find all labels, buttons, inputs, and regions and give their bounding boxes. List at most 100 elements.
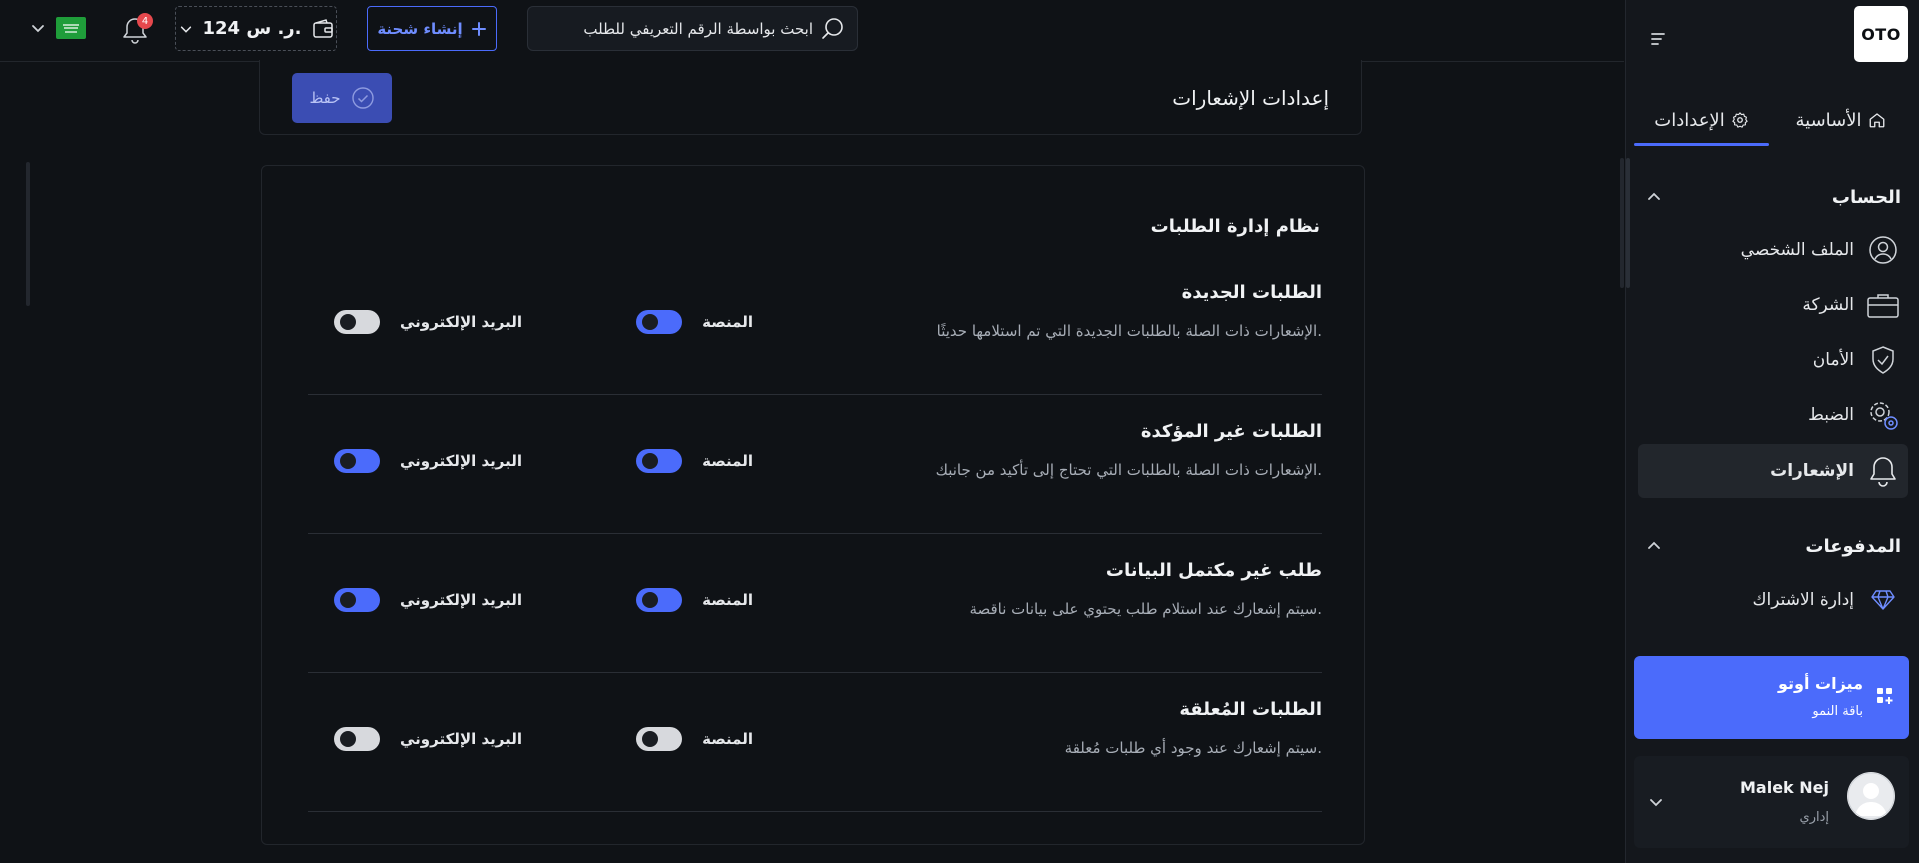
tab-home-label: الأساسية bbox=[1795, 109, 1862, 131]
tab-home[interactable]: الأساسية bbox=[1773, 92, 1908, 148]
toggle-knob bbox=[340, 731, 356, 747]
email-label: البريد الإلكتروني bbox=[400, 730, 522, 748]
sidebar-item-label: الملف الشخصي bbox=[1740, 240, 1854, 260]
toggle-knob bbox=[642, 314, 659, 330]
email-option: البريد الإلكتروني bbox=[334, 588, 522, 612]
payments-section-title: المدفوعات bbox=[1805, 535, 1901, 557]
row-description: سيتم إشعارك عند وجود أي طلبات مُعلقة. bbox=[1064, 739, 1322, 757]
platform-toggle[interactable] bbox=[636, 727, 683, 751]
logo-text: OTO bbox=[1861, 24, 1901, 44]
group-title: نظام إدارة الطلبات bbox=[1150, 216, 1320, 237]
toggle-knob bbox=[642, 453, 659, 469]
email-toggle[interactable] bbox=[334, 310, 380, 334]
sidebar-item-subscription[interactable]: إدارة الاشتراك bbox=[1638, 574, 1908, 626]
row-title: طلب غير مكتمل البيانات bbox=[1105, 560, 1322, 581]
platform-option: المنصة bbox=[636, 588, 753, 612]
sidebar-item-label: الشركة bbox=[1802, 295, 1854, 315]
platform-toggle[interactable] bbox=[636, 588, 683, 612]
notification-row: الطلبات المُعلقة سيتم إشعارك عند وجود أي… bbox=[308, 673, 1322, 812]
save-button[interactable]: حفظ bbox=[292, 73, 392, 123]
platform-label: المنصة bbox=[702, 591, 753, 609]
row-title: الطلبات غير المؤكدة bbox=[1140, 421, 1322, 442]
sidebar-item-label: الضبط bbox=[1808, 405, 1854, 425]
avatar bbox=[1847, 772, 1895, 820]
user-role: إداري bbox=[1799, 810, 1829, 825]
user-card[interactable]: Malek Nej إداري bbox=[1634, 756, 1909, 848]
platform-option: المنصة bbox=[636, 310, 753, 334]
platform-option: المنصة bbox=[636, 727, 753, 751]
sidebar-scrollbar[interactable] bbox=[1626, 158, 1630, 288]
toggle-knob bbox=[340, 592, 356, 608]
notification-row: طلب غير مكتمل البيانات سيتم إشعارك عند ا… bbox=[308, 534, 1322, 673]
sidebar-item-security[interactable]: الأمان bbox=[1638, 333, 1908, 387]
row-title: الطلبات الجديدة bbox=[1181, 282, 1322, 303]
sidebar-tabs: الأساسية الإعدادات bbox=[1626, 92, 1919, 148]
chevron-up-icon bbox=[1646, 538, 1662, 554]
diamond-icon bbox=[1866, 583, 1900, 617]
bell-icon bbox=[1866, 454, 1900, 488]
sidebar-item-label: إدارة الاشتراك bbox=[1752, 590, 1854, 610]
create-shipment-label: إنشاء شحنة bbox=[377, 19, 463, 38]
toggle-knob bbox=[340, 314, 356, 330]
account-section-header[interactable]: الحساب bbox=[1646, 182, 1901, 212]
page-header: إعدادات الإشعارات حفظ bbox=[259, 60, 1362, 135]
notification-row: الطلبات غير المؤكدة الإشعارات ذات الصلة … bbox=[308, 395, 1322, 534]
notification-row: الطلبات الجديدة الإشعارات ذات الصلة بالط… bbox=[308, 256, 1322, 395]
wallet-amount: 124 ر. س. bbox=[202, 18, 302, 39]
wallet-icon bbox=[312, 18, 334, 39]
account-section-title: الحساب bbox=[1831, 186, 1901, 208]
email-option: البريد الإلكتروني bbox=[334, 727, 522, 751]
email-toggle[interactable] bbox=[334, 727, 380, 751]
toggle-knob bbox=[340, 453, 356, 469]
tab-settings[interactable]: الإعدادات bbox=[1634, 92, 1769, 148]
logo[interactable]: OTO bbox=[1854, 6, 1908, 62]
email-label: البريد الإلكتروني bbox=[400, 313, 522, 331]
platform-label: المنصة bbox=[702, 452, 753, 470]
content-scrollbar[interactable] bbox=[1620, 158, 1624, 288]
briefcase-icon bbox=[1866, 288, 1900, 322]
top-bar: ابحث بواسطة الرقم التعريفي للطلب إنشاء ش… bbox=[0, 0, 1624, 62]
wallet-balance[interactable]: 124 ر. س. bbox=[175, 6, 337, 51]
email-label: البريد الإلكتروني bbox=[400, 591, 522, 609]
row-description: الإشعارات ذات الصلة بالطلبات التي تحتاج … bbox=[935, 461, 1322, 479]
user-icon bbox=[1866, 233, 1900, 267]
chevron-down-icon bbox=[179, 22, 193, 36]
email-toggle[interactable] bbox=[334, 588, 380, 612]
sidebar-item-company[interactable]: الشركة bbox=[1638, 278, 1908, 332]
gear-icon bbox=[1731, 111, 1749, 129]
saudi-flag-icon[interactable] bbox=[56, 17, 86, 39]
check-circle-icon bbox=[351, 86, 375, 110]
chevron-up-icon bbox=[1646, 189, 1662, 205]
page-title: إعدادات الإشعارات bbox=[1172, 86, 1329, 110]
sidebar-item-profile[interactable]: الملف الشخصي bbox=[1638, 223, 1908, 277]
email-label: البريد الإلكتروني bbox=[400, 452, 522, 470]
search-icon bbox=[821, 17, 845, 41]
save-label: حفظ bbox=[309, 89, 341, 107]
row-title: الطلبات المُعلقة bbox=[1179, 699, 1322, 720]
platform-toggle[interactable] bbox=[636, 310, 683, 334]
menu-toggle-icon[interactable] bbox=[1648, 31, 1668, 47]
sidebar-item-label: الإشعارات bbox=[1770, 461, 1854, 481]
feature-card[interactable]: ميزات أوتو باقة النمو bbox=[1634, 656, 1909, 739]
create-shipment-button[interactable]: إنشاء شحنة bbox=[367, 6, 497, 51]
sidebar: OTO الأساسية الإعدادات الحساب الملف الشخ… bbox=[1625, 0, 1919, 863]
toggle-knob bbox=[642, 592, 659, 608]
platform-label: المنصة bbox=[702, 313, 753, 331]
sidebar-item-label: الأمان bbox=[1812, 350, 1854, 370]
feature-card-title: ميزات أوتو bbox=[1778, 674, 1863, 693]
feature-card-subtitle: باقة النمو bbox=[1812, 704, 1863, 719]
chevron-down-icon[interactable] bbox=[1648, 794, 1664, 810]
platform-toggle[interactable] bbox=[636, 449, 683, 473]
apps-add-icon bbox=[1875, 686, 1895, 706]
tab-settings-label: الإعدادات bbox=[1654, 109, 1725, 131]
notifications-badge: 4 bbox=[137, 13, 153, 29]
email-toggle[interactable] bbox=[334, 449, 380, 473]
page-scrollbar[interactable] bbox=[26, 162, 30, 306]
platform-label: المنصة bbox=[702, 730, 753, 748]
search-input[interactable]: ابحث بواسطة الرقم التعريفي للطلب bbox=[527, 6, 858, 51]
sidebar-item-notifications[interactable]: الإشعارات bbox=[1638, 444, 1908, 498]
sidebar-item-preferences[interactable]: الضبط bbox=[1638, 388, 1908, 442]
cog-settings-icon bbox=[1866, 398, 1900, 432]
chevron-down-icon[interactable] bbox=[30, 20, 46, 36]
payments-section-header[interactable]: المدفوعات bbox=[1646, 531, 1901, 561]
